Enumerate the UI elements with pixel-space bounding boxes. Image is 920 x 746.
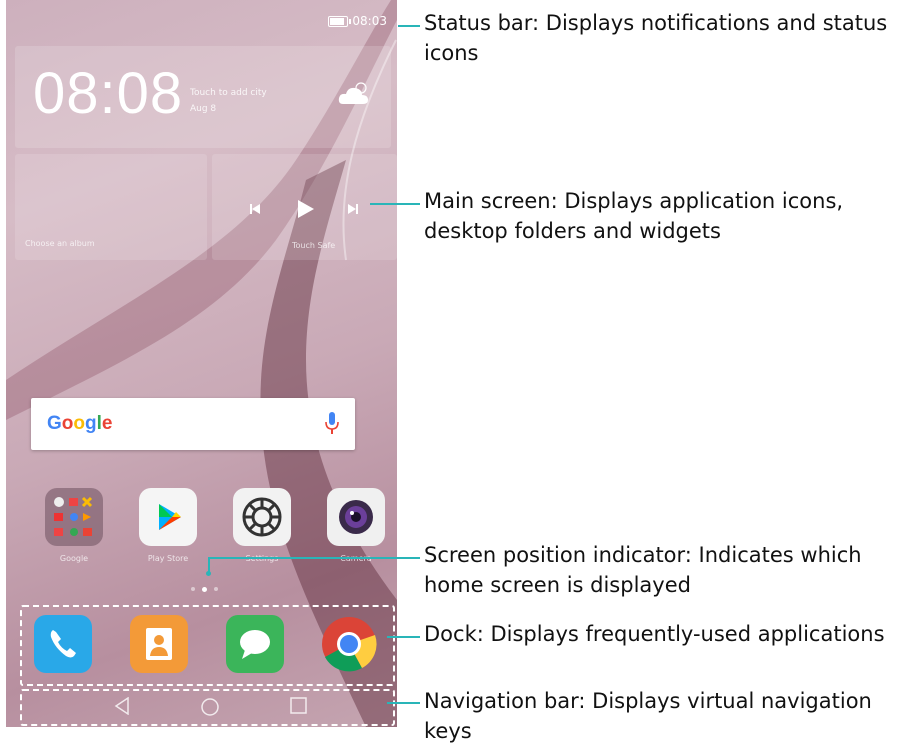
music-widget[interactable]: Touch Safe <box>212 154 397 260</box>
play-icon[interactable] <box>296 200 314 218</box>
google-search-bar[interactable]: Google <box>31 398 355 450</box>
callout-status-bar: Status bar: Displays notifications and s… <box>424 11 888 65</box>
phone-icon[interactable] <box>34 615 92 673</box>
music-label: Touch Safe <box>292 241 336 250</box>
play-store-icon <box>139 488 197 546</box>
app-label: Play Store <box>147 554 189 563</box>
google-folder-icon <box>45 488 103 546</box>
next-track-icon[interactable] <box>348 204 358 214</box>
battery-icon <box>328 15 352 27</box>
recents-icon[interactable] <box>290 697 307 714</box>
contacts-icon[interactable] <box>130 615 188 673</box>
navigation-bar <box>20 689 395 726</box>
microphone-icon[interactable] <box>325 412 339 436</box>
callout-navigation-bar: Navigation bar: Displays virtual navigat… <box>424 689 872 743</box>
app-google-folder[interactable]: Google <box>39 488 109 563</box>
app-label: Camera <box>340 554 372 563</box>
callout-position-indicator: Screen position indicator: Indicates whi… <box>424 543 862 597</box>
album-label: Choose an album <box>25 239 95 248</box>
status-time: 08:03 <box>352 14 387 28</box>
page-dot <box>214 587 218 591</box>
app-camera[interactable]: Camera <box>321 488 391 563</box>
app-settings[interactable]: Settings <box>227 488 297 563</box>
clock-time: 08:08 <box>33 61 184 126</box>
previous-track-icon[interactable] <box>250 204 260 214</box>
leader-line <box>387 702 420 704</box>
screen-position-indicator <box>191 586 218 592</box>
leader-line <box>208 557 210 573</box>
phone-screen: 08:03 08:08 Touch to add city Aug 8 Choo… <box>6 0 397 727</box>
clock-widget[interactable]: 08:08 Touch to add city Aug 8 <box>15 46 391 148</box>
page-dot <box>191 587 195 591</box>
settings-gear-icon <box>233 488 291 546</box>
messaging-icon[interactable] <box>226 615 284 673</box>
leader-line <box>208 557 420 559</box>
back-icon[interactable] <box>114 697 130 715</box>
callout-main-screen: Main screen: Displays application icons,… <box>424 189 844 243</box>
leader-line <box>398 25 420 27</box>
leader-line <box>370 203 420 205</box>
google-logo: Google <box>47 413 113 434</box>
add-city-prompt[interactable]: Touch to add city <box>190 88 267 98</box>
app-label: Settings <box>245 554 279 563</box>
page-dot-active <box>202 586 207 592</box>
chrome-icon[interactable] <box>320 615 378 673</box>
app-label: Google <box>59 554 89 563</box>
app-play-store[interactable]: Play Store <box>133 488 203 563</box>
weather-cloud-icon[interactable] <box>337 80 371 106</box>
leader-line <box>387 636 420 638</box>
home-icon[interactable] <box>200 697 220 717</box>
status-bar: 08:03 <box>328 14 387 28</box>
dock <box>20 605 395 686</box>
album-widget[interactable]: Choose an album <box>15 154 207 260</box>
camera-icon <box>327 488 385 546</box>
clock-date: Aug 8 <box>190 104 217 114</box>
callout-dock: Dock: Displays frequently-used applicati… <box>424 622 885 646</box>
